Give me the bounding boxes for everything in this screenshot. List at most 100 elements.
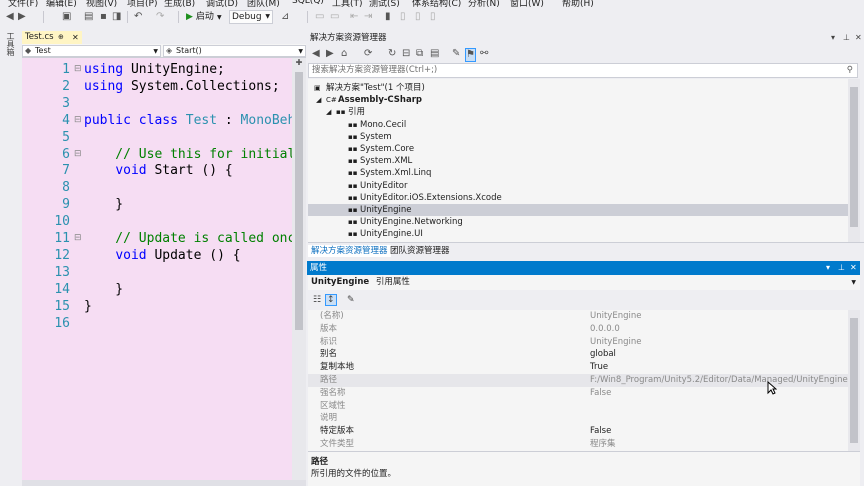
tab-solution-explorer[interactable]: 解决方案资源管理器 xyxy=(308,245,391,257)
fold-toggle-icon[interactable]: ⊟ xyxy=(74,146,83,163)
categorized-icon[interactable]: ☷ xyxy=(311,294,323,306)
code-line[interactable]: public class Test : MonoBeha xyxy=(84,112,303,129)
pin-icon[interactable]: ⊕ xyxy=(58,31,64,44)
properties-scrollbar[interactable] xyxy=(848,310,860,451)
scrollbar-thumb[interactable] xyxy=(295,72,303,330)
forward-icon[interactable]: ▶ xyxy=(326,48,334,60)
open-file-icon[interactable]: ▤ xyxy=(84,11,93,23)
fold-toggle-icon[interactable]: ⊟ xyxy=(74,230,83,247)
editor-vertical-scrollbar[interactable] xyxy=(292,58,306,480)
scrollbar-thumb[interactable] xyxy=(850,87,858,227)
property-value[interactable]: F:/Win8_Program/Unity5.2/Editor/Data/Man… xyxy=(590,374,848,387)
tree-item[interactable]: ▪▪ UnityEditor xyxy=(348,180,408,192)
property-row[interactable]: 区域性 xyxy=(308,400,848,413)
window-position-icon[interactable]: ▾ xyxy=(826,261,830,275)
document-tab[interactable]: Test.cs ⊕ ✕ xyxy=(22,31,82,44)
close-icon[interactable]: ✕ xyxy=(850,261,857,275)
tree-item[interactable]: ◢ ▪▪ 引用 xyxy=(326,106,365,118)
solution-config-select[interactable]: Debug ▼ xyxy=(229,10,273,24)
toolbox-tab[interactable]: 工具箱 xyxy=(5,32,16,56)
split-icon[interactable]: ✚ xyxy=(292,58,306,70)
bookmark-clear-icon[interactable]: ▯ xyxy=(430,11,436,23)
alphabetical-icon[interactable]: ↕ xyxy=(325,294,337,306)
menu-item[interactable]: 分析(N) xyxy=(468,0,500,8)
forward-icon[interactable]: ▶ xyxy=(18,11,26,23)
tree-item[interactable]: ▪▪ UnityEngine.Networking xyxy=(348,216,463,228)
tree-item[interactable]: ▪▪ UnityEngine.UI xyxy=(348,228,423,240)
property-value[interactable]: 程序集 xyxy=(590,438,616,451)
scrollbar-thumb[interactable] xyxy=(850,318,858,443)
expand-arrow-icon[interactable]: ◢ xyxy=(326,106,336,118)
property-row[interactable]: 标识 UnityEngine xyxy=(308,336,848,349)
attach-icon[interactable]: ⊿ xyxy=(281,11,289,23)
tree-item[interactable]: ▪▪ UnityEditor.iOS.Extensions.Xcode xyxy=(348,192,502,204)
redo-icon[interactable]: ↷ xyxy=(156,11,164,23)
auto-hide-pin-icon[interactable]: ⊥ xyxy=(843,31,850,45)
code-line[interactable]: using System.Collections; xyxy=(84,78,280,95)
close-icon[interactable]: ✕ xyxy=(855,31,862,45)
bookmark-toggle-icon[interactable]: ▮ xyxy=(385,11,391,23)
code-line[interactable]: } xyxy=(84,281,123,298)
sync-icon[interactable]: ⟳ xyxy=(364,48,372,60)
code-line[interactable]: // Use this for initiali xyxy=(84,146,303,163)
property-row[interactable]: 文件类型 程序集 xyxy=(308,438,848,451)
tree-item[interactable]: ▪▪ Mono.Cecil xyxy=(348,119,406,131)
comment-icon[interactable]: ⇤ xyxy=(350,11,358,23)
code-line[interactable]: using UnityEngine; xyxy=(84,61,225,78)
property-pages-icon[interactable]: ✎ xyxy=(345,294,357,306)
property-value[interactable]: 0.0.0.0 xyxy=(590,323,620,336)
close-icon[interactable]: ✕ xyxy=(72,31,79,44)
tree-item[interactable]: ▪▪ System.Core xyxy=(348,143,414,155)
window-position-icon[interactable]: ▾ xyxy=(831,31,835,45)
property-value[interactable]: UnityEngine xyxy=(590,336,641,349)
property-value[interactable]: UnityEngine xyxy=(590,310,641,323)
menu-item[interactable]: 项目(P) xyxy=(127,0,157,8)
code-line[interactable]: } xyxy=(84,196,123,213)
code-line[interactable]: // Update is called once xyxy=(84,230,303,247)
class-diagram-icon[interactable]: ⚯ xyxy=(480,48,488,60)
code-line[interactable]: void Update () { xyxy=(84,247,240,264)
expand-arrow-icon[interactable]: ◢ xyxy=(316,94,326,106)
property-row[interactable]: (名称) UnityEngine xyxy=(308,310,848,323)
new-project-icon[interactable]: ▣ xyxy=(62,11,71,23)
property-row[interactable]: 说明 xyxy=(308,412,848,425)
fold-toggle-icon[interactable]: ⊟ xyxy=(74,112,83,129)
menu-item[interactable]: 生成(B) xyxy=(164,0,195,8)
uncomment-icon[interactable]: ⇥ xyxy=(364,11,372,23)
property-row[interactable]: 版本 0.0.0.0 xyxy=(308,323,848,336)
property-value[interactable]: False xyxy=(590,425,611,438)
menu-item[interactable]: 帮助(H) xyxy=(562,0,594,8)
tree-item[interactable]: ▣ 解决方案"Test"(1 个项目) xyxy=(314,82,425,94)
fold-toggle-icon[interactable]: ⊟ xyxy=(74,61,83,78)
save-all-icon[interactable]: ◨ xyxy=(112,11,121,23)
menu-item[interactable]: 视图(V) xyxy=(86,0,117,8)
property-row[interactable]: 复制本地 True xyxy=(308,361,848,374)
bookmark-prev-icon[interactable]: ▭ xyxy=(330,11,339,23)
property-value[interactable]: True xyxy=(590,361,608,374)
code-line[interactable]: void Start () { xyxy=(84,162,232,179)
tree-item[interactable]: ▪▪ System.Xml.Linq xyxy=(348,167,431,179)
home-icon[interactable]: ⌂ xyxy=(341,48,347,60)
back-icon[interactable]: ◀ xyxy=(312,48,320,60)
editor-horizontal-scrollbar[interactable] xyxy=(22,480,306,486)
menu-item[interactable]: 编辑(E) xyxy=(46,0,77,8)
tab-team-explorer[interactable]: 团队资源管理器 xyxy=(387,245,453,257)
bookmark-folder-icon[interactable]: ▯ xyxy=(415,11,421,23)
menu-item[interactable]: SQL(Q) xyxy=(292,0,324,6)
auto-hide-pin-icon[interactable]: ⊥ xyxy=(838,261,845,275)
property-value[interactable]: False xyxy=(590,387,611,400)
preview-icon[interactable]: ⚑ xyxy=(465,48,476,62)
property-value[interactable]: global xyxy=(590,348,616,361)
menu-item[interactable]: 文件(F) xyxy=(8,0,38,8)
start-debug-button[interactable]: ▶ 启动 ▼ xyxy=(186,10,222,24)
menu-item[interactable]: 调试(D) xyxy=(206,0,238,8)
menu-item[interactable]: 体系结构(C) xyxy=(412,0,461,8)
property-row[interactable]: 特定版本 False xyxy=(308,425,848,438)
menu-item[interactable]: 窗口(W) xyxy=(510,0,544,8)
properties-wrench-icon[interactable]: ✎ xyxy=(452,48,460,60)
tree-item[interactable]: ▪▪ System xyxy=(348,131,392,143)
solution-tree-scrollbar[interactable] xyxy=(848,79,860,242)
properties-object-selector[interactable]: UnityEngine 引用属性 ▼ xyxy=(308,275,860,290)
bookmark-icon[interactable]: ▭ xyxy=(315,11,324,23)
solution-explorer-search[interactable]: 搜索解决方案资源管理器(Ctrl+;) ⚲ xyxy=(308,63,858,78)
